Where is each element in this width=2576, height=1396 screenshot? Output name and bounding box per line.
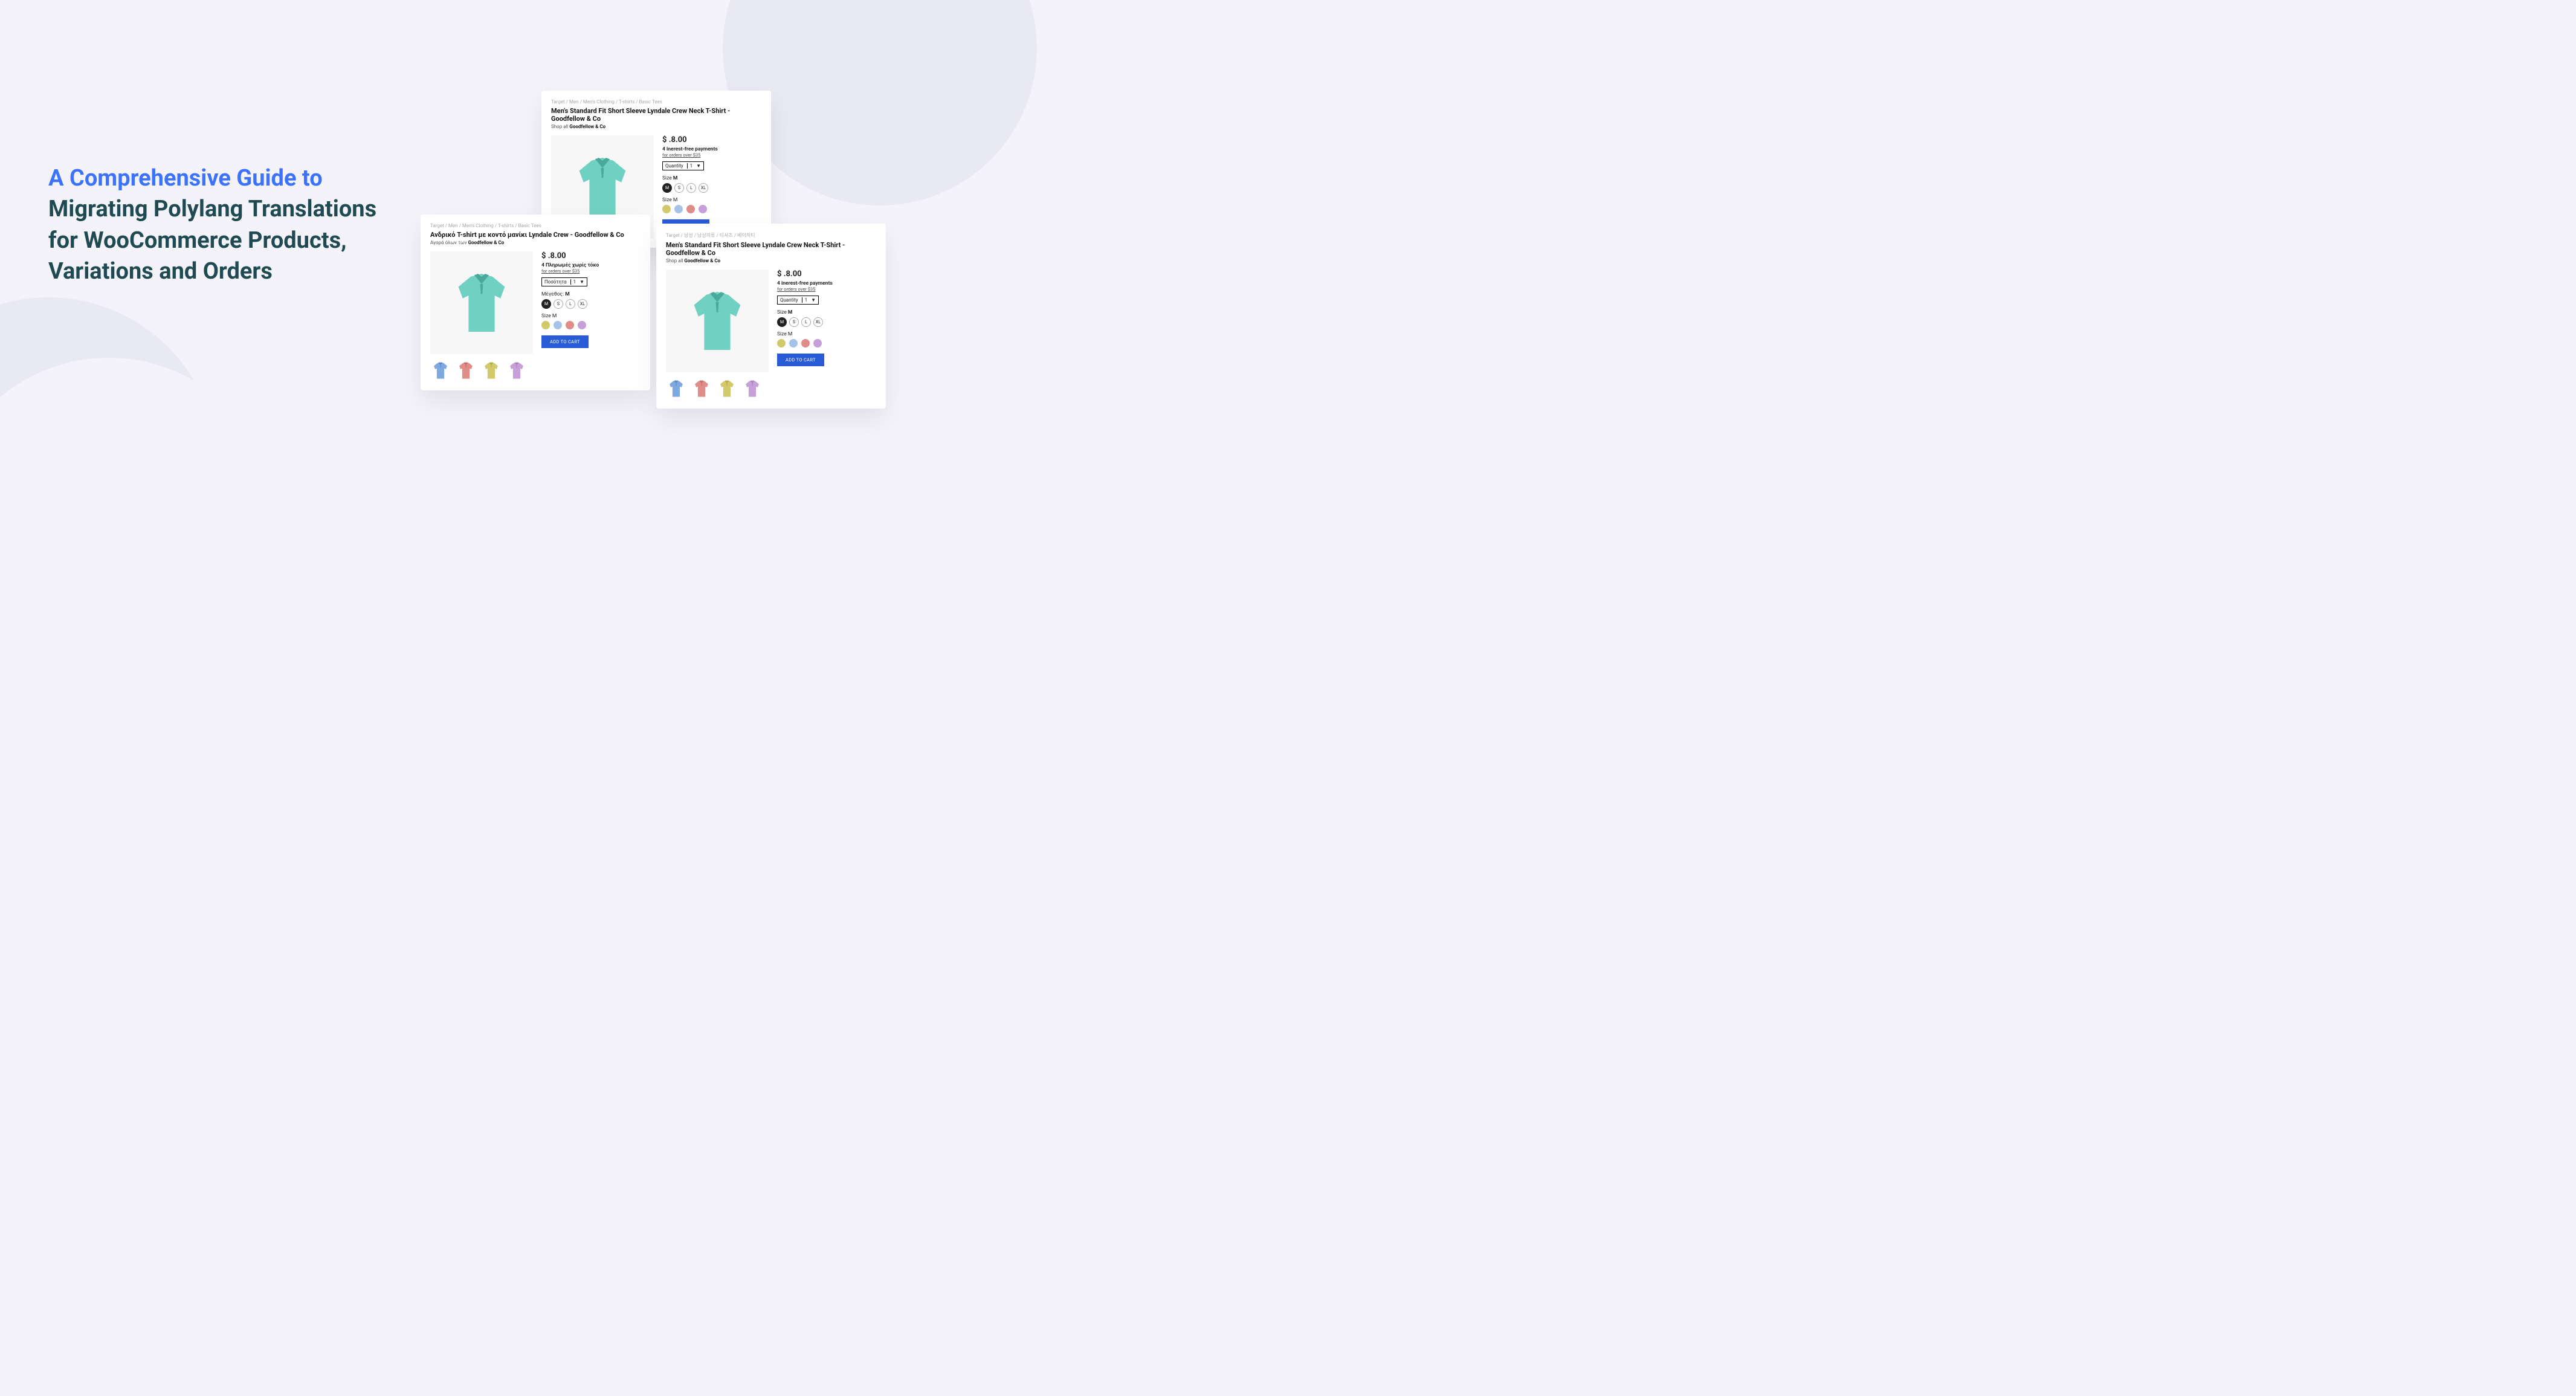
payment-info: 4 inerest-free payments — [662, 146, 761, 152]
color-swatches[interactable] — [777, 339, 876, 347]
product-image — [666, 270, 769, 372]
swatch[interactable] — [662, 205, 671, 213]
quantity-stepper[interactable]: Ποσότητα 1 ▼ — [541, 277, 587, 286]
thumbnail[interactable] — [481, 360, 502, 381]
swatch[interactable] — [699, 205, 707, 213]
thumbnail[interactable] — [666, 378, 686, 399]
product-image — [430, 251, 533, 354]
product-title: Ανδρικό T-shirt με κοντό μανίκι Lyndale … — [430, 231, 641, 239]
size2-label: Size M — [541, 313, 641, 319]
payment-info: 4 inerest-free payments — [777, 280, 876, 286]
quantity-stepper[interactable]: Quantity 1 ▼ — [777, 296, 819, 305]
swatch[interactable] — [541, 321, 550, 329]
swatch[interactable] — [674, 205, 683, 213]
shop-all-link[interactable]: Αγορά όλων των Goodfellow & Co — [430, 240, 641, 245]
size-options[interactable]: M S L XL — [541, 299, 641, 309]
size-m[interactable]: M — [662, 183, 672, 193]
payment-info-sub: for orders over $35 — [541, 268, 641, 274]
headline: A Comprehensive Guide to Migrating Polyl… — [48, 163, 399, 287]
product-thumbnails — [430, 360, 641, 381]
size-m[interactable]: M — [541, 299, 551, 309]
shop-all-link[interactable]: Shop all Goodfellow & Co — [666, 258, 876, 263]
color-swatches[interactable] — [662, 205, 761, 213]
thumbnail[interactable] — [691, 378, 712, 399]
headline-main: Migrating Polylang Translations for WooC… — [48, 196, 376, 285]
price: $ .8.00 — [777, 270, 876, 279]
product-cards-cluster: Target / Men / Men's Clothing / T-shirts… — [421, 91, 892, 405]
swatch[interactable] — [789, 339, 798, 347]
swatch[interactable] — [578, 321, 586, 329]
price: $ .8.00 — [541, 251, 641, 260]
size2-label: Size M — [662, 197, 761, 203]
payment-info-sub: for orders over $35 — [662, 152, 761, 158]
size-xl[interactable]: XL — [578, 299, 587, 309]
chevron-down-icon: ▼ — [811, 297, 816, 303]
shop-all-link[interactable]: Shop all Goodfellow & Co — [551, 124, 761, 129]
color-swatches[interactable] — [541, 321, 641, 329]
size-s[interactable]: S — [789, 317, 799, 327]
size-s[interactable]: S — [554, 299, 563, 309]
size-label: Size M — [662, 175, 761, 181]
swatch[interactable] — [686, 205, 695, 213]
headline-accent: A Comprehensive Guide to — [48, 165, 323, 192]
size-options[interactable]: M S L XL — [662, 183, 761, 193]
payment-info: 4 Πληρωμές χωρίς τόκο — [541, 262, 641, 268]
swatch[interactable] — [566, 321, 574, 329]
breadcrumb: Target / Men / Men's Clothing / T-shirts… — [551, 99, 761, 105]
thumbnail[interactable] — [717, 378, 737, 399]
swatch[interactable] — [554, 321, 562, 329]
product-title: Men's Standard Fit Short Sleeve Lyndale … — [666, 241, 876, 257]
product-card-el: Target / Men / Men's Clothing / T-shirts… — [421, 215, 650, 390]
size-label: Size M — [777, 309, 876, 315]
add-to-cart-button[interactable]: ADD TO CART — [777, 354, 824, 366]
thumbnail[interactable] — [456, 360, 476, 381]
thumbnail[interactable] — [506, 360, 527, 381]
bg-decoration-bl-inner — [0, 358, 278, 696]
product-title: Men's Standard Fit Short Sleeve Lyndale … — [551, 107, 761, 123]
swatch[interactable] — [813, 339, 822, 347]
swatch[interactable] — [801, 339, 810, 347]
size-l[interactable]: L — [566, 299, 575, 309]
size-m[interactable]: M — [777, 317, 787, 327]
thumbnail[interactable] — [430, 360, 451, 381]
size-s[interactable]: S — [674, 183, 684, 193]
size-label: Μέγεθος: M — [541, 291, 641, 297]
add-to-cart-button[interactable]: ADD TO CART — [541, 335, 589, 348]
breadcrumb: Target / 남성 / 남성의류 / 티셔츠 / 베이직티 — [666, 232, 876, 239]
size-options[interactable]: M S L XL — [777, 317, 876, 327]
size2-label: Size M — [777, 331, 876, 337]
price: $ .8.00 — [662, 135, 761, 144]
size-l[interactable]: L — [801, 317, 811, 327]
size-l[interactable]: L — [686, 183, 696, 193]
payment-info-sub: for orders over $35 — [777, 286, 876, 292]
size-xl[interactable]: XL — [813, 317, 823, 327]
swatch[interactable] — [777, 339, 786, 347]
breadcrumb: Target / Men / Men's Clothing / T-shirts… — [430, 223, 641, 228]
size-xl[interactable]: XL — [699, 183, 708, 193]
product-card-ko: Target / 남성 / 남성의류 / 티셔츠 / 베이직티 Men's St… — [656, 224, 886, 409]
quantity-stepper[interactable]: Quantity 1 ▼ — [662, 161, 704, 170]
chevron-down-icon: ▼ — [579, 279, 584, 285]
chevron-down-icon: ▼ — [696, 163, 701, 169]
thumbnail[interactable] — [742, 378, 763, 399]
product-thumbnails — [666, 378, 876, 399]
